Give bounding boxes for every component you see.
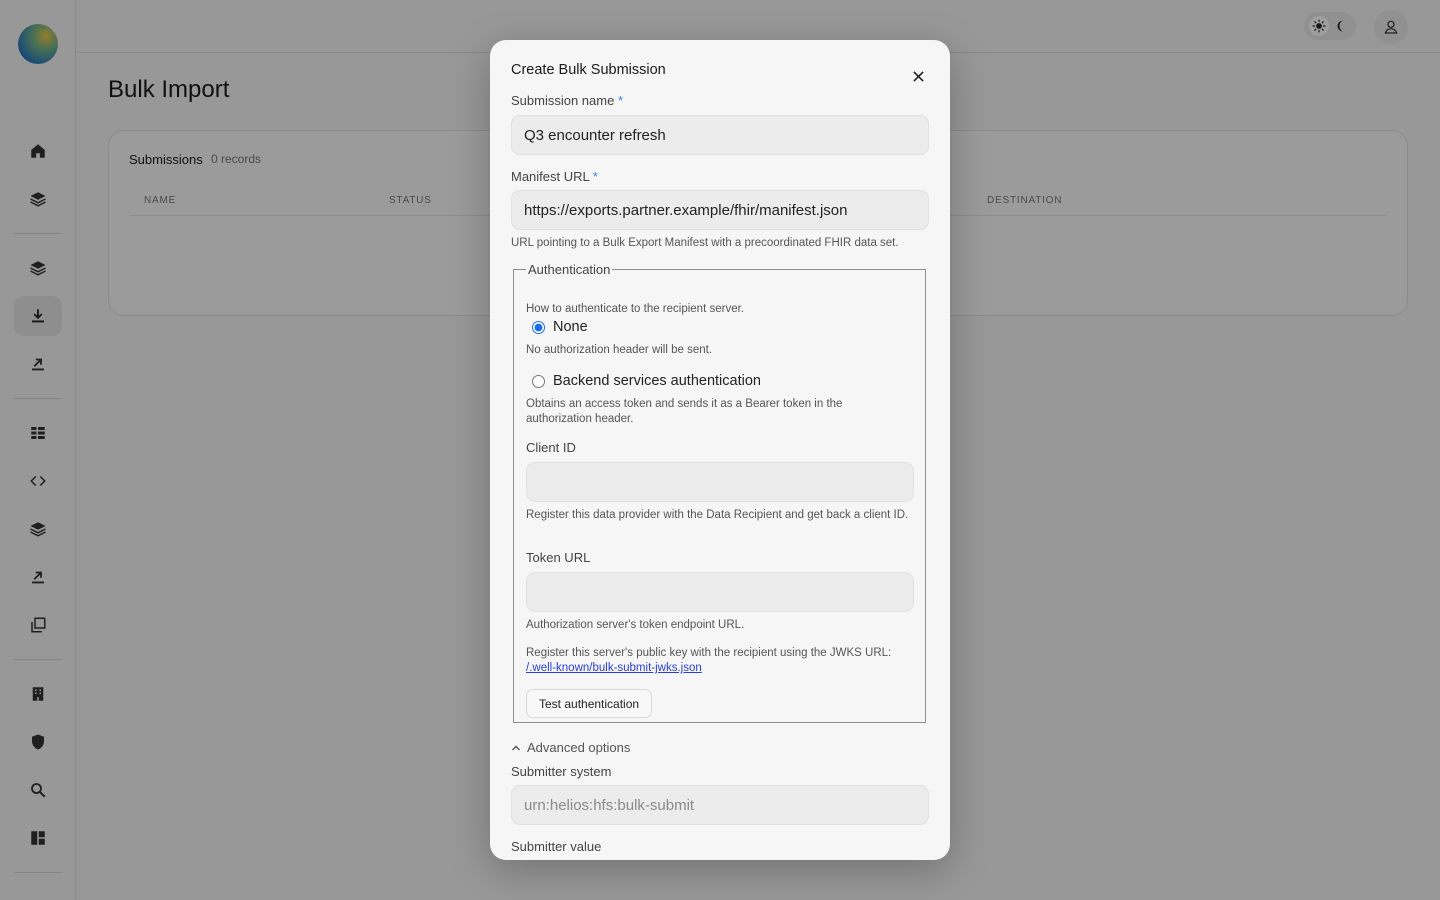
manifest-url-label: Manifest URL *	[511, 169, 598, 184]
token-url-label: Token URL	[526, 550, 591, 565]
submitter-value-label: Submitter value	[511, 839, 602, 854]
advanced-options-toggle[interactable]: Advanced options	[511, 740, 630, 755]
auth-backend-help: Obtains an access token and sends it as …	[526, 398, 843, 425]
submission-name-label-text: Submission name	[511, 93, 615, 108]
auth-backend-radio[interactable]	[532, 374, 545, 388]
auth-option-backend[interactable]: Backend services authentication	[532, 373, 761, 389]
client-id-input[interactable]	[526, 462, 914, 502]
client-id-label: Client ID	[526, 440, 576, 455]
submission-name-input[interactable]	[511, 115, 929, 155]
manifest-url-label-text: Manifest URL	[511, 169, 590, 184]
dialog-title: Create Bulk Submission	[511, 62, 666, 78]
manifest-url-help: URL pointing to a Bulk Export Manifest w…	[511, 237, 899, 249]
auth-none-radio[interactable]	[532, 320, 545, 334]
client-id-help: Register this data provider with the Dat…	[526, 509, 909, 521]
submission-name-label: Submission name *	[511, 93, 623, 108]
jwks-instructions: Register this server's public key with t…	[526, 646, 918, 676]
auth-none-label: None	[553, 319, 588, 335]
token-url-help: Authorization server's token endpoint UR…	[526, 619, 745, 631]
required-marker: *	[592, 169, 598, 184]
close-icon[interactable]	[910, 68, 926, 84]
submitter-system-input[interactable]	[511, 785, 929, 825]
test-authentication-button[interactable]: Test authentication	[526, 689, 653, 718]
chevron-up-icon	[512, 745, 520, 750]
authentication-legend: Authentication	[528, 262, 611, 277]
manifest-url-input[interactable]	[511, 190, 929, 230]
jwks-url-link[interactable]: /.well-known/bulk-submit-jwks.json	[526, 662, 702, 674]
auth-backend-label: Backend services authentication	[553, 373, 761, 389]
authentication-description: How to authenticate to the recipient ser…	[526, 303, 744, 315]
required-marker: *	[617, 93, 624, 108]
token-url-input[interactable]	[526, 572, 914, 612]
auth-option-none[interactable]: None	[532, 319, 588, 335]
create-submission-dialog: Create Bulk Submission Submission name *…	[490, 40, 950, 860]
jwks-text: Register this server's public key with t…	[526, 647, 892, 659]
auth-none-help: No authorization header will be sent.	[526, 344, 713, 356]
submitter-system-label: Submitter system	[511, 764, 612, 779]
advanced-options-label: Advanced options	[527, 740, 631, 755]
authentication-fieldset: Authentication How to authenticate to th…	[513, 262, 926, 723]
